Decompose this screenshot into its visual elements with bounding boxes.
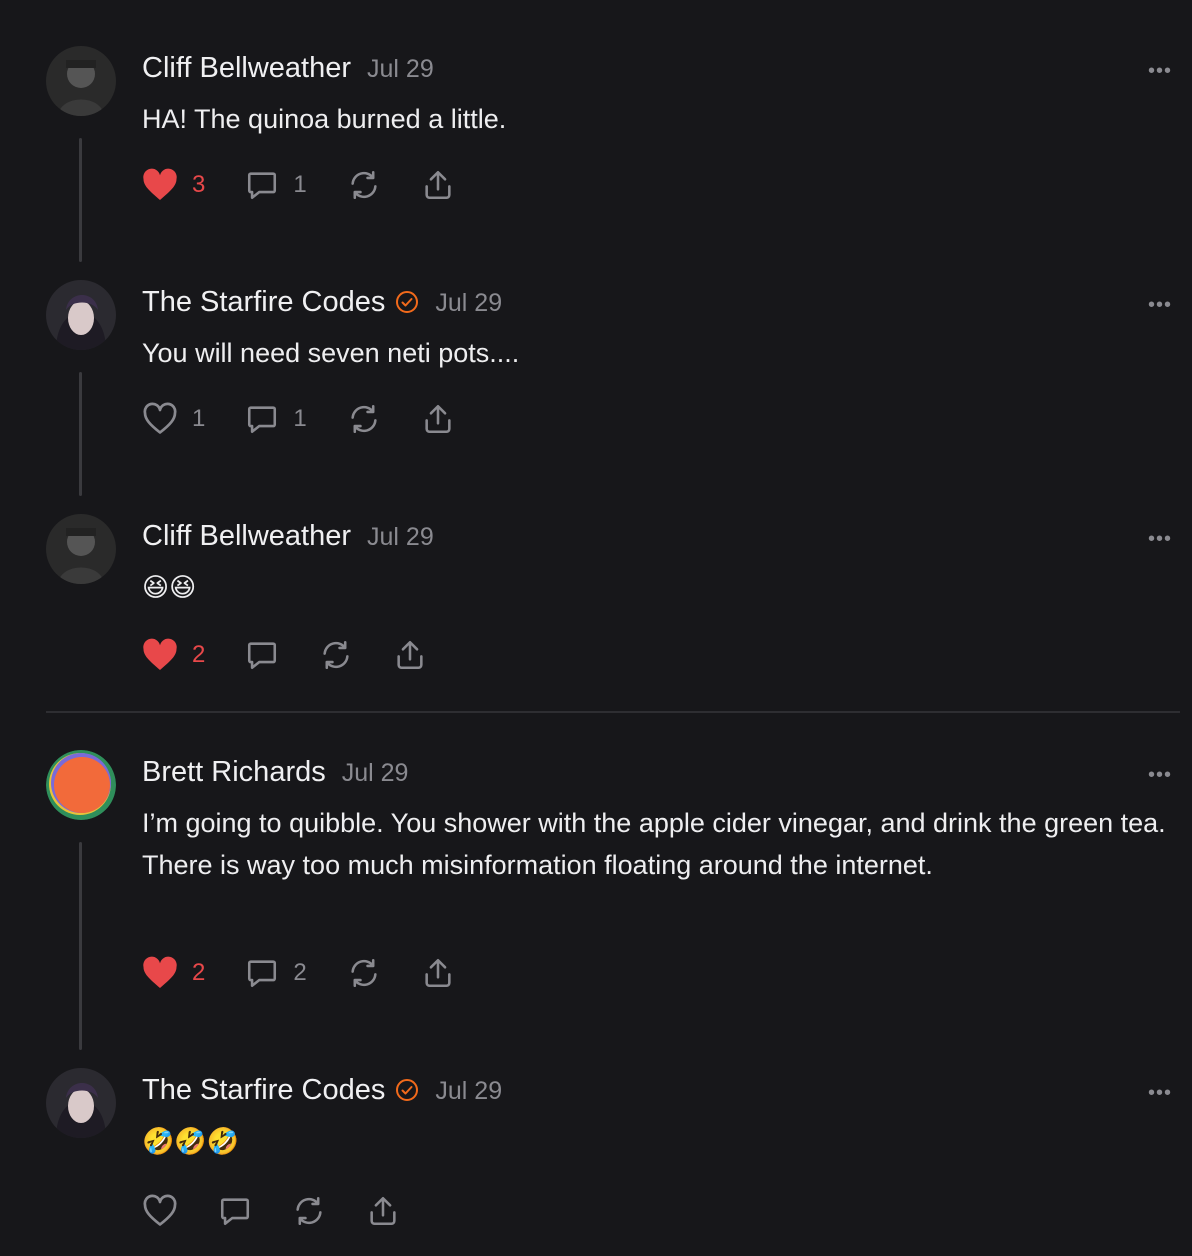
restack-icon [351, 958, 377, 988]
restack-icon [351, 404, 377, 434]
share-button[interactable] [393, 638, 427, 672]
reply-count: 2 [293, 959, 307, 986]
more-options-icon[interactable]: ••• [1148, 294, 1172, 317]
comment-icon [248, 406, 277, 434]
author-name[interactable]: The Starfire Codes [142, 286, 385, 319]
more-options-icon[interactable]: ••• [1148, 1082, 1172, 1105]
reply-button[interactable] [218, 1194, 252, 1228]
share-icon [397, 640, 423, 670]
post: The Starfire Codes Jul 29 ••• You will n… [0, 280, 1192, 500]
post-text: You will need seven neti pots.... [142, 338, 520, 368]
post-text: 😆😆 [142, 572, 197, 602]
comment-icon [220, 1198, 250, 1226]
avatar[interactable] [46, 514, 116, 584]
like-count: 3 [192, 171, 206, 198]
like-button[interactable] [142, 1194, 178, 1228]
post-date[interactable]: Jul 29 [342, 759, 409, 788]
like-button[interactable]: 2 [142, 638, 205, 672]
comment-icon [248, 960, 277, 988]
avatar[interactable] [46, 46, 116, 116]
share-button[interactable] [421, 168, 455, 202]
reply-button[interactable]: 1 [245, 402, 307, 436]
share-button[interactable] [421, 956, 455, 990]
post-text: 🤣🤣🤣 [142, 1126, 240, 1156]
post-text: HA! The quinoa burned a little. [142, 104, 507, 134]
share-icon [425, 404, 451, 434]
post: The Starfire Codes Jul 29 ••• 🤣🤣🤣 [0, 1068, 1192, 1256]
author-name[interactable]: Brett Richards [142, 756, 326, 789]
author-name[interactable]: The Starfire Codes [142, 1074, 385, 1107]
comment-icon [248, 642, 277, 670]
restack-button[interactable] [319, 638, 353, 672]
share-icon [425, 170, 451, 200]
thread-line [79, 138, 82, 262]
thread-line [79, 372, 82, 496]
avatar[interactable] [46, 280, 116, 350]
post: Cliff Bellweather Jul 29 ••• HA! The qui… [0, 46, 1192, 266]
restack-button[interactable] [347, 956, 381, 990]
more-options-icon[interactable]: ••• [1148, 60, 1172, 83]
restack-icon [296, 1196, 322, 1226]
share-button[interactable] [421, 402, 455, 436]
share-icon [370, 1196, 396, 1226]
reply-button[interactable]: 1 [245, 168, 307, 202]
more-options-icon[interactable]: ••• [1148, 764, 1172, 787]
reply-count: 1 [293, 405, 307, 432]
post-date[interactable]: Jul 29 [367, 523, 434, 552]
share-button[interactable] [366, 1194, 400, 1228]
restack-button[interactable] [347, 168, 381, 202]
restack-button[interactable] [292, 1194, 326, 1228]
like-button[interactable]: 1 [142, 402, 205, 436]
post-text: I’m going to quibble. You shower with th… [142, 808, 1166, 880]
like-count: 1 [192, 405, 206, 432]
restack-button[interactable] [347, 402, 381, 436]
avatar[interactable] [46, 1068, 116, 1138]
heart-filled-icon [143, 956, 177, 988]
like-button[interactable]: 3 [142, 168, 205, 202]
heart-filled-icon [143, 638, 177, 670]
more-options-icon[interactable]: ••• [1148, 528, 1172, 551]
heart-filled-icon [143, 168, 177, 200]
thread-line [79, 842, 82, 1050]
post-date[interactable]: Jul 29 [435, 1077, 502, 1106]
author-name[interactable]: Cliff Bellweather [142, 520, 351, 553]
reply-button[interactable] [245, 638, 279, 672]
heart-outline-icon [143, 402, 177, 434]
comment-icon [248, 172, 277, 200]
restack-icon [323, 640, 349, 670]
avatar[interactable] [46, 750, 116, 820]
post-date[interactable]: Jul 29 [367, 55, 434, 84]
share-icon [425, 958, 451, 988]
like-count: 2 [192, 641, 206, 668]
verified-badge-icon [396, 1079, 419, 1101]
author-name[interactable]: Cliff Bellweather [142, 52, 351, 85]
like-button[interactable]: 2 [142, 956, 205, 990]
post: Brett Richards Jul 29 ••• I’m going to q… [0, 750, 1192, 1050]
reply-count: 1 [293, 171, 307, 198]
post: Cliff Bellweather Jul 29 ••• 😆😆 2 [0, 514, 1192, 704]
reply-button[interactable]: 2 [245, 956, 307, 990]
heart-outline-icon [143, 1194, 177, 1226]
post-date[interactable]: Jul 29 [435, 289, 502, 318]
like-count: 2 [192, 959, 206, 986]
verified-badge-icon [396, 291, 419, 313]
thread-divider [46, 711, 1180, 713]
restack-icon [351, 170, 377, 200]
